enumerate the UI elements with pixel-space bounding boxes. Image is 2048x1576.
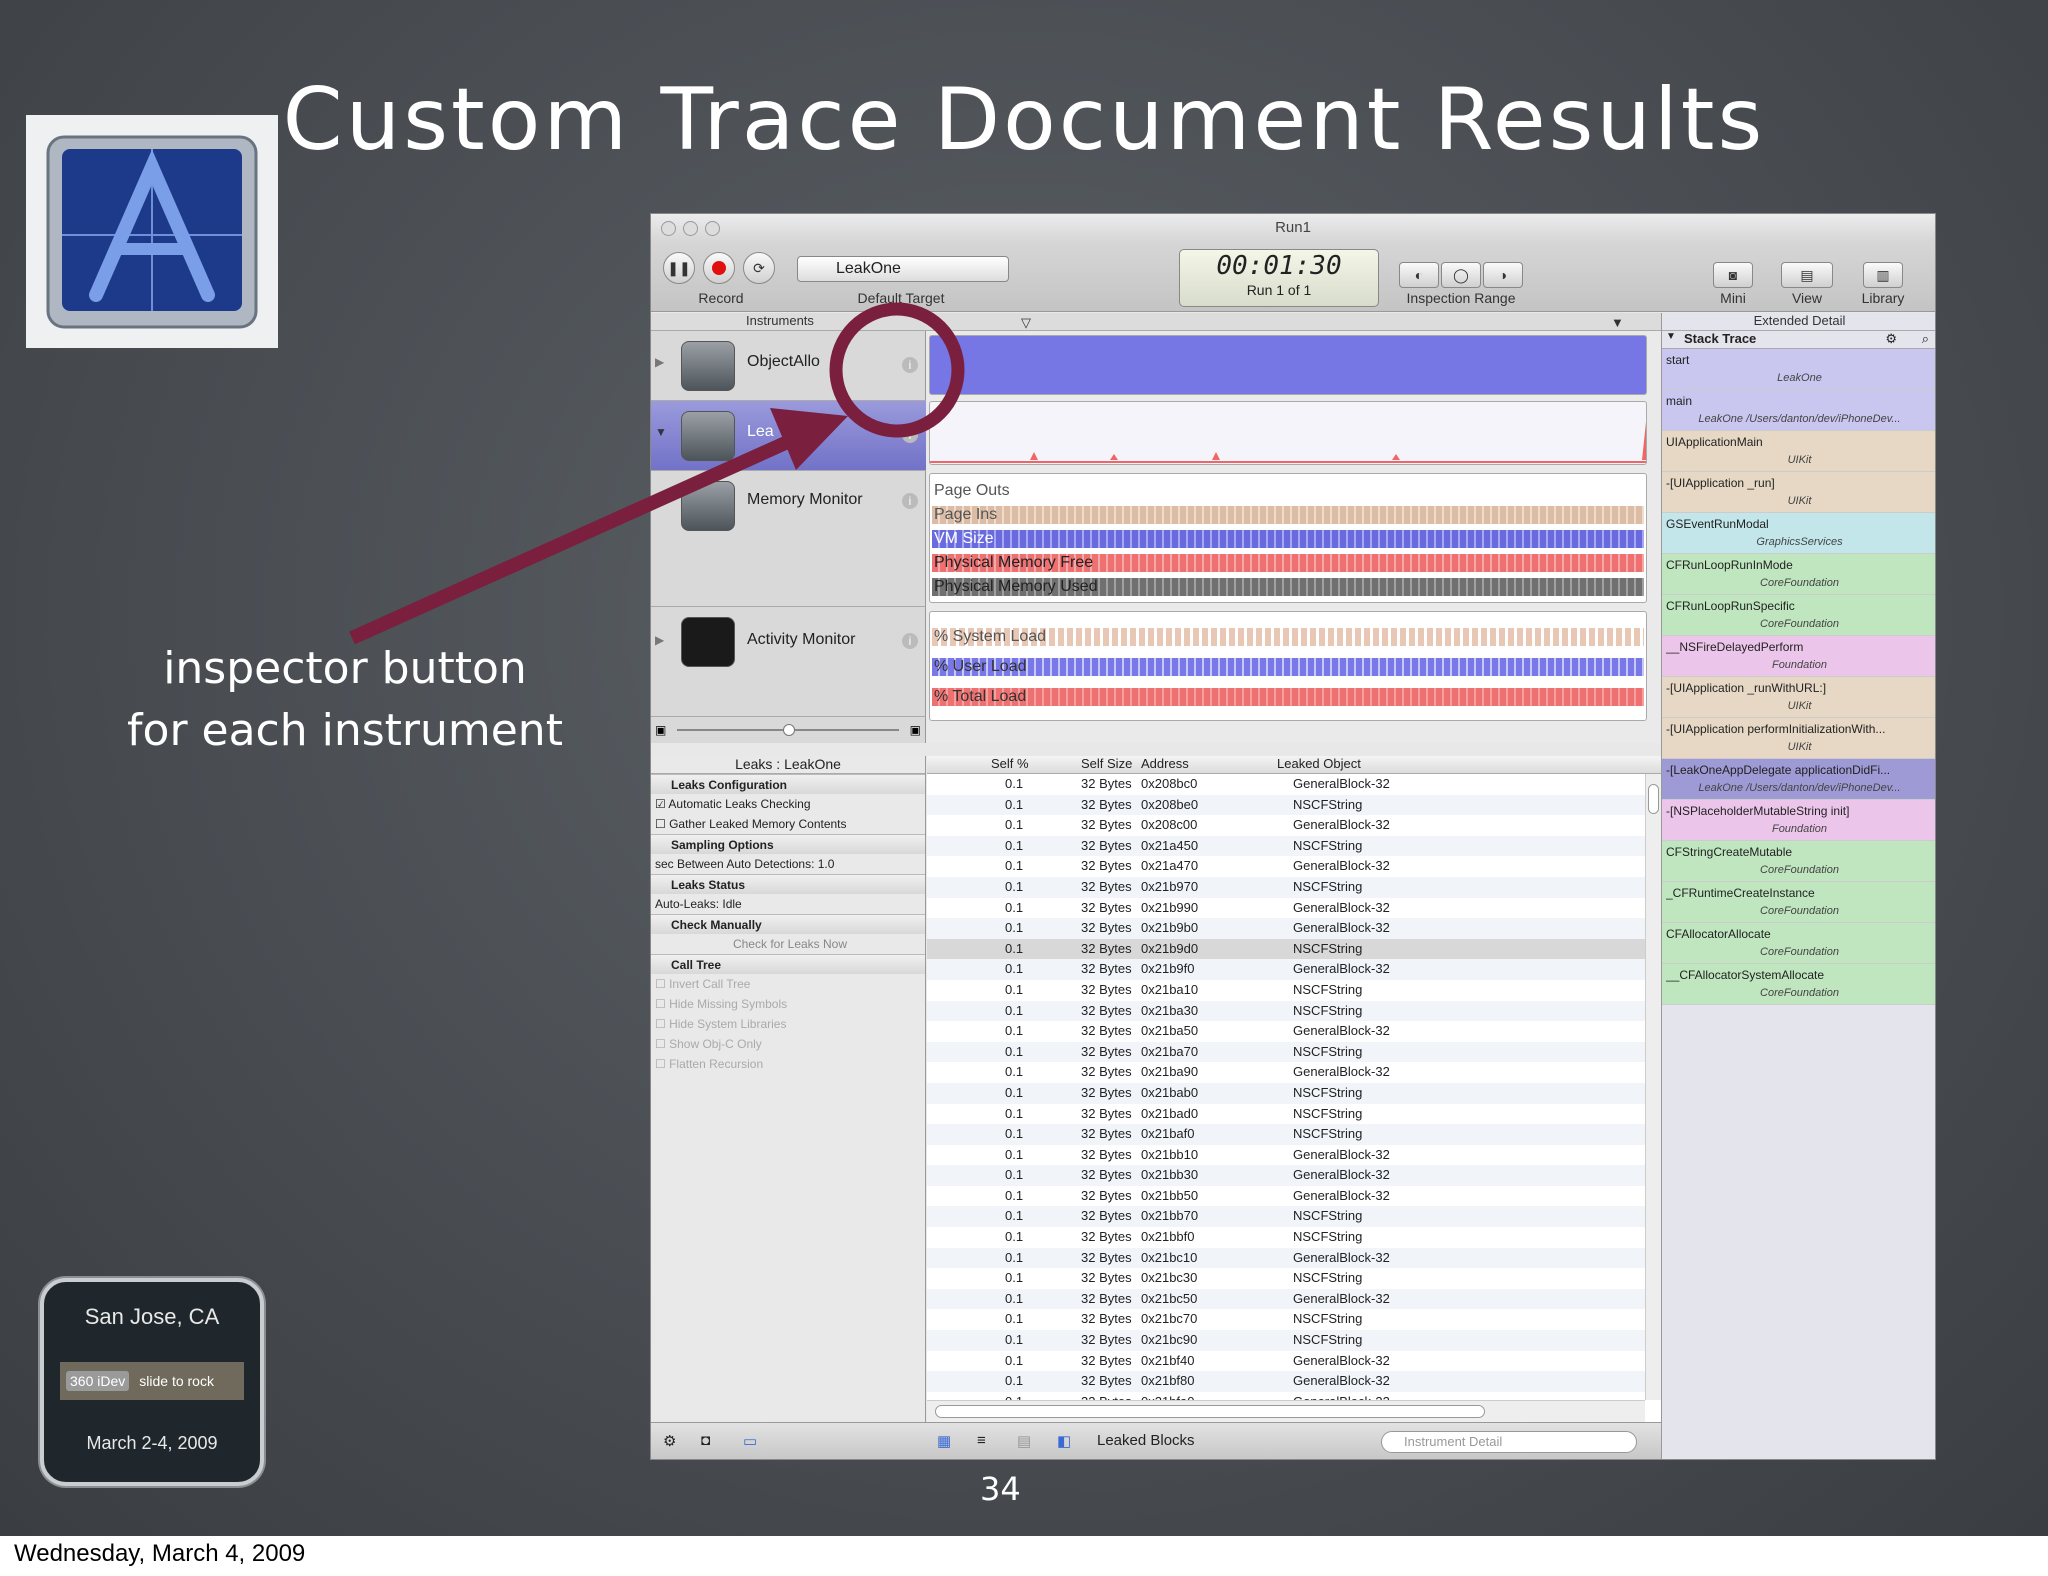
callout-circle xyxy=(829,302,965,438)
callout-overlay xyxy=(349,302,965,645)
footer-date: Wednesday, March 4, 2009 xyxy=(14,1540,306,1567)
callout-arrow-shaft xyxy=(349,433,795,645)
slide: Custom Trace Document Results inspector … xyxy=(0,0,2048,1536)
